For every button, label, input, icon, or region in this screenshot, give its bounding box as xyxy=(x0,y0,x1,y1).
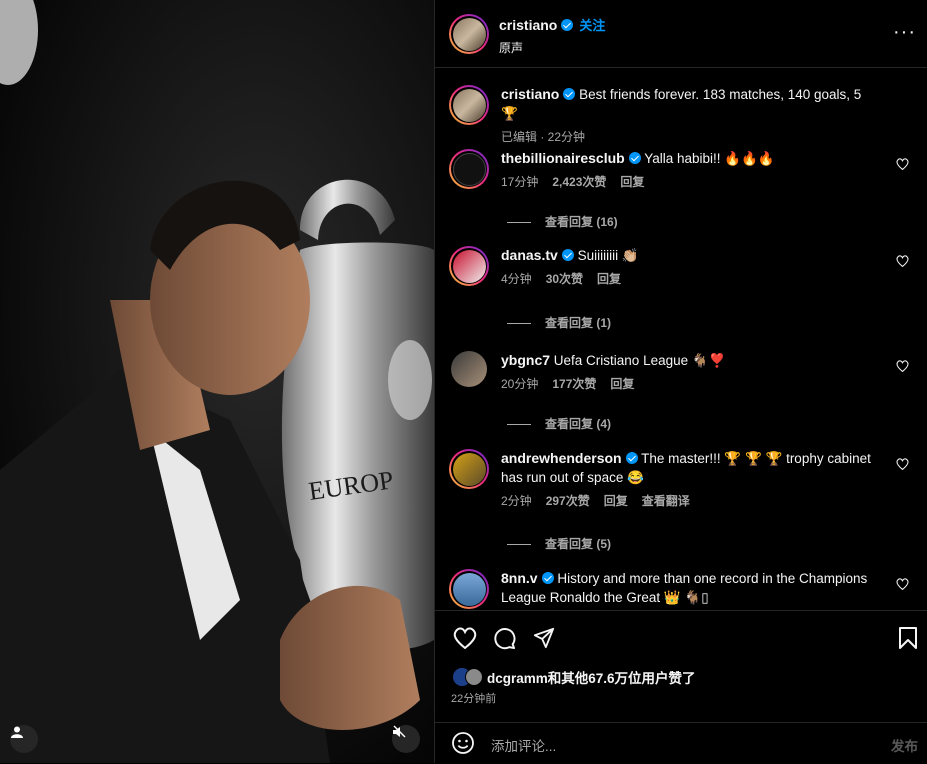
post-photo: EUROP xyxy=(0,0,434,763)
comment-text: Suiiiiiiii 👏🏼 xyxy=(577,248,639,263)
comments-list: cristiano Best friends forever. 183 matc… xyxy=(435,69,927,610)
reply-button[interactable]: 回复 xyxy=(620,175,644,189)
commenter-username[interactable]: thebillionairesclub xyxy=(501,150,625,166)
commenter-avatar[interactable] xyxy=(449,246,489,286)
comment-time: 2分钟 xyxy=(501,494,532,508)
comment-time: 20分钟 xyxy=(501,377,539,391)
commenter-avatar[interactable] xyxy=(449,149,489,189)
commenter-username[interactable]: andrewhenderson xyxy=(501,450,622,466)
caption-avatar[interactable] xyxy=(449,85,489,125)
mute-icon[interactable] xyxy=(392,725,420,753)
liked-by-text: dcgramm和其他67.6万位用户赞了 xyxy=(487,671,696,686)
share-icon[interactable] xyxy=(533,627,555,654)
caption-username[interactable]: cristiano xyxy=(501,86,559,102)
reply-button[interactable]: 回复 xyxy=(597,272,621,286)
post-header: cristiano 关注 原声 ··· xyxy=(435,0,927,68)
verified-icon xyxy=(561,19,574,31)
comment-likes[interactable]: 30次赞 xyxy=(546,272,583,286)
author-username[interactable]: cristiano xyxy=(499,17,557,33)
comment-like-icon[interactable] xyxy=(896,157,909,175)
comment-time: 17分钟 xyxy=(501,175,539,189)
liked-by[interactable]: dcgramm和其他67.6万位用户赞了 xyxy=(453,667,696,687)
like-icon[interactable] xyxy=(453,627,477,654)
comment-composer: 添加评论... 发布 xyxy=(435,722,927,764)
comment-like-icon[interactable] xyxy=(896,577,909,595)
comment-likes[interactable]: 297次赞 xyxy=(546,494,590,508)
commenter-avatar[interactable] xyxy=(449,569,489,609)
post-media[interactable]: EUROP xyxy=(0,0,434,763)
view-replies[interactable]: 查看回复 (5) xyxy=(507,535,611,552)
caption-meta: 已编辑 · 22分钟 xyxy=(501,130,586,144)
comment-likes[interactable]: 177次赞 xyxy=(552,377,596,391)
comment-likes[interactable]: 2,423次赞 xyxy=(552,175,606,189)
commenter-avatar[interactable] xyxy=(451,351,487,387)
post-panel: cristiano 关注 原声 ··· cristiano Best friend… xyxy=(434,0,927,763)
verified-icon xyxy=(628,152,641,164)
translate-button[interactable]: 查看翻译 xyxy=(642,494,690,508)
comment-text: Yalla habibi!! 🔥🔥🔥 xyxy=(644,151,775,166)
verified-icon xyxy=(561,249,574,261)
post-time: 22分钟前 xyxy=(451,693,497,705)
author-avatar[interactable] xyxy=(449,14,489,54)
emoji-icon[interactable] xyxy=(451,731,475,760)
commenter-username[interactable]: ybgnc7 xyxy=(501,352,550,368)
verified-icon xyxy=(625,452,638,464)
comment-like-icon[interactable] xyxy=(896,254,909,272)
verified-icon xyxy=(541,572,554,584)
comment-like-icon[interactable] xyxy=(896,457,909,475)
reply-button[interactable]: 回复 xyxy=(604,494,628,508)
view-replies[interactable]: 查看回复 (16) xyxy=(507,213,618,230)
more-options-icon[interactable]: ··· xyxy=(893,22,916,42)
commenter-avatar[interactable] xyxy=(449,449,489,489)
comment-text: History and more than one record in the … xyxy=(501,571,868,605)
comment-time: 4分钟 xyxy=(501,272,532,286)
commenter-username[interactable]: 8nn.v xyxy=(501,570,538,586)
user-tag-icon[interactable] xyxy=(10,725,38,753)
commenter-username[interactable]: danas.tv xyxy=(501,247,558,263)
save-icon[interactable] xyxy=(898,627,918,654)
post-actions: dcgramm和其他67.6万位用户赞了 22分钟前 xyxy=(435,610,927,711)
comment-input[interactable]: 添加评论... xyxy=(491,735,556,755)
audio-label[interactable]: 原声 xyxy=(499,39,605,56)
view-replies[interactable]: 查看回复 (4) xyxy=(507,415,611,432)
comment-text: Uefa Cristiano League 🐐❣️ xyxy=(553,353,726,368)
view-replies[interactable]: 查看回复 (1) xyxy=(507,314,611,331)
liker-avatars xyxy=(453,668,485,686)
reply-button[interactable]: 回复 xyxy=(610,377,634,391)
comment-like-icon[interactable] xyxy=(896,359,909,377)
verified-icon xyxy=(563,88,576,100)
comment-icon[interactable] xyxy=(493,627,516,655)
post-button[interactable]: 发布 xyxy=(891,735,918,755)
follow-button[interactable]: 关注 xyxy=(579,18,605,33)
